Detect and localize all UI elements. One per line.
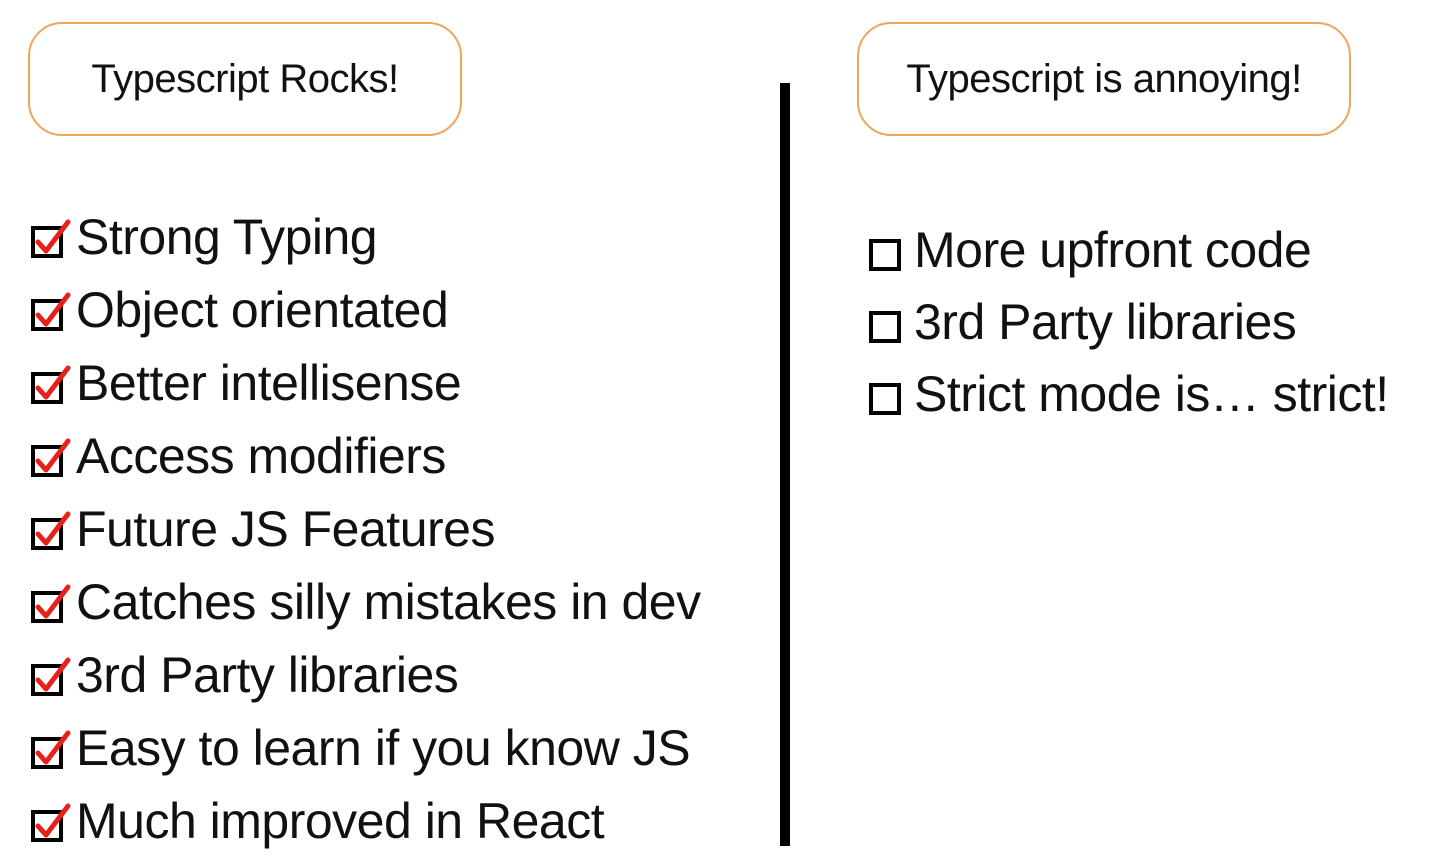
pros-list: Strong Typing Object orientated Better int… xyxy=(30,200,701,857)
item-label: Better intellisense xyxy=(76,354,462,411)
item-label: Object orientated xyxy=(76,281,449,338)
item-label: Easy to learn if you know JS xyxy=(76,719,691,776)
list-item: Easy to learn if you know JS xyxy=(30,711,701,784)
divider xyxy=(780,83,790,846)
item-label: Strict mode is… strict! xyxy=(914,366,1389,422)
list-item: Access modifiers xyxy=(30,419,701,492)
pros-header: Typescript Rocks! xyxy=(28,22,462,136)
item-label: Catches silly mistakes in dev xyxy=(76,573,701,630)
checked-checkbox-icon xyxy=(30,287,76,333)
pros-title: Typescript Rocks! xyxy=(91,56,399,101)
list-item: Future JS Features xyxy=(30,492,701,565)
checked-checkbox-icon xyxy=(30,652,76,698)
item-label: Strong Typing xyxy=(76,208,378,265)
checked-checkbox-icon xyxy=(30,360,76,406)
checked-checkbox-icon xyxy=(30,433,76,479)
list-item: 3rd Party libraries xyxy=(30,638,701,711)
list-item: Strict mode is… strict! xyxy=(868,358,1389,430)
list-item: Strong Typing xyxy=(30,200,701,273)
unchecked-checkbox-icon xyxy=(868,371,914,417)
list-item: More upfront code xyxy=(868,214,1389,286)
item-label: 3rd Party libraries xyxy=(914,294,1297,350)
cons-title: Typescript is annoying! xyxy=(906,56,1302,101)
item-label: More upfront code xyxy=(914,222,1312,278)
checked-checkbox-icon xyxy=(30,725,76,771)
cons-header: Typescript is annoying! xyxy=(857,22,1351,136)
item-label: 3rd Party libraries xyxy=(76,646,459,703)
list-item: Much improved in React xyxy=(30,784,701,857)
item-label: Much improved in React xyxy=(76,792,605,849)
item-label: Access modifiers xyxy=(76,427,446,484)
list-item: 3rd Party libraries xyxy=(868,286,1389,358)
checked-checkbox-icon xyxy=(30,506,76,552)
list-item: Better intellisense xyxy=(30,346,701,419)
list-item: Catches silly mistakes in dev xyxy=(30,565,701,638)
unchecked-checkbox-icon xyxy=(868,227,914,273)
list-item: Object orientated xyxy=(30,273,701,346)
item-label: Future JS Features xyxy=(76,500,495,557)
cons-list: More upfront code 3rd Party libraries Stri… xyxy=(868,214,1389,430)
checked-checkbox-icon xyxy=(30,214,76,260)
checked-checkbox-icon xyxy=(30,798,76,844)
checked-checkbox-icon xyxy=(30,579,76,625)
unchecked-checkbox-icon xyxy=(868,299,914,345)
